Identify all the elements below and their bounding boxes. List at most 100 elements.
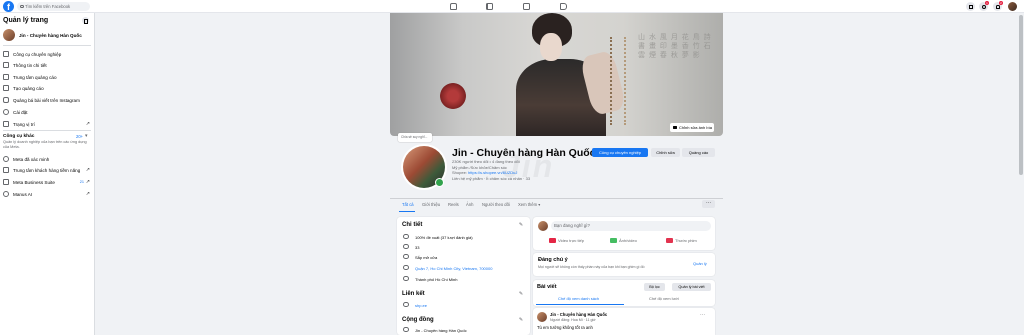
- links-title: Liên kết: [402, 291, 425, 297]
- edit-pencil-icon[interactable]: ✎: [518, 317, 524, 323]
- sidebar-item-instagram-boost[interactable]: Quảng bá bài viết trên Instagram: [3, 95, 93, 105]
- detail-text: Thành phố Hồ Chí Minh: [415, 276, 458, 282]
- sidebar-item-create-ad[interactable]: Tạo quảng cáo: [3, 84, 93, 94]
- facebook-logo[interactable]: f: [3, 1, 14, 12]
- verified-icon: [3, 155, 9, 162]
- sidebar-item-professional-tools[interactable]: Công cụ chuyên nghiệp: [3, 49, 93, 59]
- professional-tools-button[interactable]: Công cụ chuyên nghiệp: [592, 148, 648, 157]
- tab-about[interactable]: Giới thiệu: [422, 202, 440, 207]
- sidebar-item-insights[interactable]: Thông tin chi tiết: [3, 61, 93, 71]
- reel-icon: [666, 237, 673, 243]
- sidebar-item-label: Tạo quảng cáo: [13, 86, 44, 91]
- marketplace-icon[interactable]: [523, 3, 530, 10]
- search-icon: [20, 4, 24, 8]
- tab-all[interactable]: Tất cả: [402, 202, 414, 207]
- megaphone-icon[interactable]: [560, 3, 567, 10]
- clock-icon: [403, 253, 409, 259]
- advertise-button[interactable]: Quảng cáo: [682, 148, 715, 157]
- messenger-icon: [981, 4, 986, 9]
- shopee-link[interactable]: https://s.shopee.vn/6UZDuJ: [468, 170, 517, 175]
- more-options-button[interactable]: ···: [702, 200, 715, 208]
- tab-reels[interactable]: Reels: [448, 202, 459, 207]
- reel-label: Thước phim: [675, 238, 697, 243]
- online-status-indicator: [435, 178, 444, 187]
- link-row[interactable]: shp.ee: [403, 301, 523, 309]
- page-scrollbar[interactable]: [1018, 13, 1024, 335]
- posts-card: Bài viết Bộ lọc Quản lý bài viết: [533, 280, 715, 306]
- manage-posts-button[interactable]: Quản lý bài viết: [672, 283, 711, 291]
- featured-manage-link[interactable]: Quản lý: [693, 261, 707, 266]
- note-bubble[interactable]: Chia sẻ suy nghĩ...: [398, 133, 432, 142]
- edit-cover-button[interactable]: Chỉnh sửa ảnh bìa: [670, 123, 714, 132]
- tab-more[interactable]: Xem thêm ▾: [518, 202, 540, 207]
- cover-calligraphy: 山 水 風 月 花 鳥 詩 書 畫 印 墨 香 竹 石 雲 煙 春 秋 夢 影: [638, 34, 712, 59]
- divider: [3, 130, 91, 131]
- tab-followers[interactable]: Người theo dõi: [482, 202, 510, 207]
- messenger-badge: 1: [985, 1, 989, 5]
- sidebar-item-ad-center[interactable]: Trung tâm quảng cáo: [3, 72, 93, 82]
- other-tools-heading[interactable]: Công cụ khác: [3, 134, 34, 139]
- sidebar-item-leads-center[interactable]: Trung tâm khách hàng tiềm năng ↗: [3, 166, 93, 176]
- reel-button[interactable]: Thước phim: [666, 237, 697, 243]
- address-link[interactable]: Quận 7, Ho Chi Minh City, Vietnam, 70000…: [415, 266, 492, 271]
- community-title: Cộng đồng: [402, 317, 434, 323]
- chevron-down-icon[interactable]: ▾: [85, 133, 88, 139]
- sidebar-title: Quản lý trang: [3, 17, 49, 24]
- page-avatar: [3, 29, 15, 41]
- edit-cover-label: Chỉnh sửa ảnh bìa: [679, 125, 712, 130]
- post-options-icon[interactable]: ···: [700, 312, 705, 318]
- external-link-icon: ↗: [85, 178, 90, 185]
- edit-page-button[interactable]: Chỉnh sửa: [651, 148, 680, 157]
- details-card: Chi tiết ✎ 100% đề xuất (37 lượt đánh gi…: [397, 217, 530, 335]
- manus-icon: [3, 190, 9, 197]
- sidebar-item-label: Cài đặt: [13, 109, 28, 115]
- location-pin-icon: [403, 264, 409, 270]
- collapse-sidebar-icon[interactable]: [82, 17, 89, 24]
- location-icon: [3, 120, 9, 127]
- list-view-tab[interactable]: Chế độ xem danh sách: [558, 296, 599, 301]
- ad-center-icon: [3, 73, 9, 80]
- detail-row[interactable]: Quận 7, Ho Chi Minh City, Vietnam, 70000…: [403, 264, 523, 272]
- photo-video-label: Ảnh/video: [619, 238, 637, 243]
- follower-stats[interactable]: 230K người theo dõi • 4 đang theo dõi: [452, 159, 520, 164]
- account-avatar[interactable]: [1008, 2, 1017, 11]
- filter-button[interactable]: Bộ lọc: [644, 283, 665, 291]
- phone-icon: [403, 243, 409, 249]
- scrollbar-thumb[interactable]: [1019, 15, 1023, 175]
- cover-photo[interactable]: 山 水 風 月 花 鳥 詩 書 畫 印 墨 香 竹 石 雲 煙 春 秋 夢 影: [390, 13, 723, 136]
- edit-pencil-icon[interactable]: ✎: [518, 222, 524, 228]
- detail-row: 33: [403, 243, 523, 251]
- external-link-icon: ↗: [85, 190, 90, 197]
- sidebar-item-business-suite[interactable]: Meta Business Suite 21 ↗: [3, 177, 93, 187]
- sidebar-item-location[interactable]: Trạng vị trí ↗: [3, 119, 93, 129]
- edit-pencil-icon[interactable]: ✎: [518, 291, 524, 297]
- composer-input[interactable]: Bạn đang nghĩ gì?: [551, 221, 711, 231]
- photo-video-button[interactable]: Ảnh/video: [610, 237, 637, 243]
- profile-picture[interactable]: [401, 144, 447, 190]
- post-author-name[interactable]: Jin - Chuyên hàng Hàn Quốc: [550, 312, 607, 317]
- search-input[interactable]: Tìm kiếm trên Facebook: [17, 2, 90, 11]
- tab-photos[interactable]: Ảnh: [466, 202, 473, 207]
- grid-view-tab[interactable]: Chế độ xem lưới: [649, 296, 679, 301]
- notifications-badge: 2: [999, 1, 1003, 5]
- sidebar-item-manus-ai[interactable]: Manus AI ↗: [3, 189, 93, 199]
- sidebar-page-switcher[interactable]: Jin - Chuyên hàng Hàn Quốc: [3, 29, 93, 41]
- flag-icon[interactable]: [486, 3, 493, 10]
- live-video-button[interactable]: Video trực tiếp: [549, 237, 584, 243]
- notifications-button[interactable]: 2: [993, 1, 1003, 11]
- active-tab-indicator: [399, 211, 415, 213]
- messenger-button[interactable]: 1: [979, 1, 989, 11]
- sidebar-item-meta-verified[interactable]: Meta đã xác minh: [3, 154, 93, 164]
- post-author-avatar[interactable]: [537, 312, 547, 322]
- community-row[interactable]: Jin - Chuyên hàng Hàn Quốc: [403, 326, 523, 334]
- sidebar-item-label: Thông tin chi tiết: [13, 63, 47, 68]
- menu-grid-button[interactable]: [966, 2, 975, 11]
- website-link[interactable]: shp.ee: [415, 303, 427, 308]
- home-icon[interactable]: [450, 3, 457, 10]
- detail-row: Thành phố Hồ Chí Minh: [403, 275, 523, 283]
- cover-pearl-beads: [610, 37, 626, 125]
- manage-page-sidebar: Quản lý trang Jin - Chuyên hàng Hàn Quốc…: [0, 13, 95, 335]
- sidebar-item-settings[interactable]: Cài đặt: [3, 107, 93, 117]
- featured-description: Mọi người sẽ không còn thấy phần này của…: [538, 265, 645, 269]
- top-navigation-bar: f Tìm kiếm trên Facebook 1 2: [0, 0, 1024, 13]
